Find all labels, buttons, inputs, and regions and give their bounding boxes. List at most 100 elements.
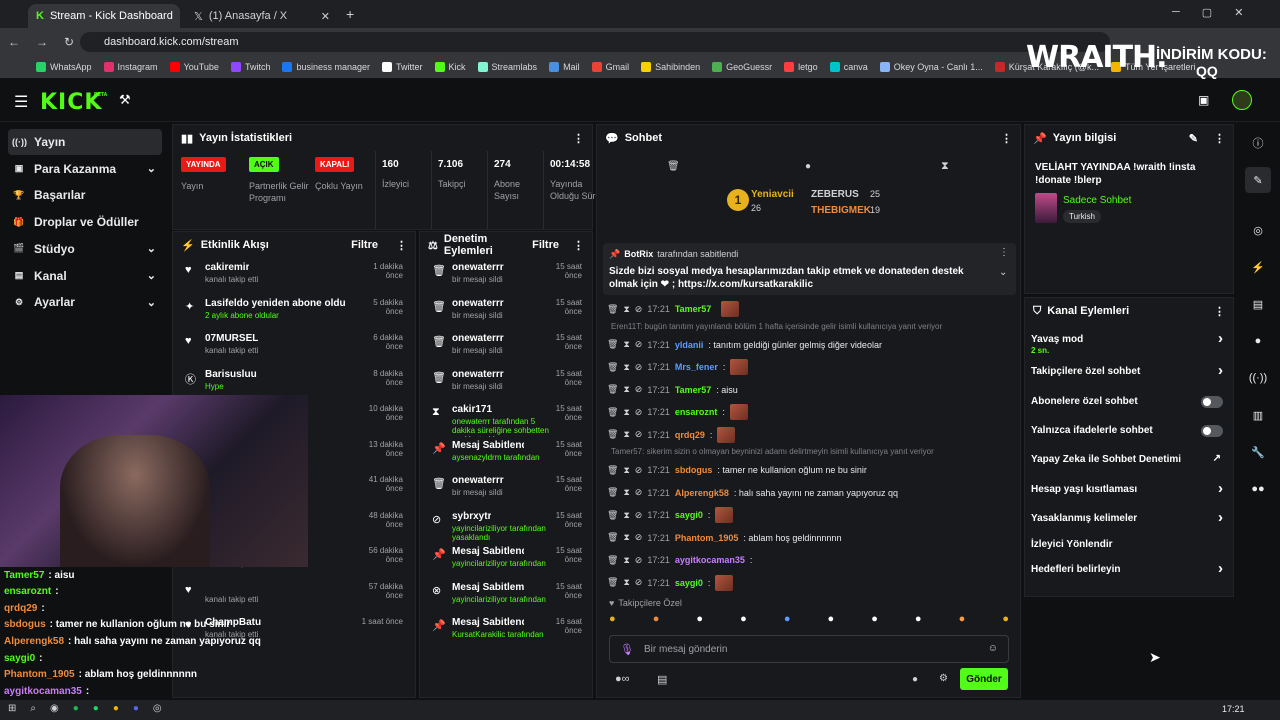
bookmark-item[interactable]: Gmail bbox=[591, 62, 629, 72]
studio-icon[interactable]: ▣ bbox=[1198, 93, 1209, 107]
minimize-icon[interactable]: ─ bbox=[1172, 6, 1180, 19]
chat-message[interactable]: 🗑 ⧗ ⊘ 17:21 Alperengk58: halı saha yayını ne… bbox=[607, 483, 1007, 503]
category-link[interactable]: Sadece Sohbet bbox=[1063, 195, 1131, 206]
hourglass-icon[interactable]: ⧗ bbox=[623, 339, 629, 350]
more-icon[interactable]: ⋮ bbox=[1214, 305, 1225, 318]
hourglass-icon[interactable]: ⧗ bbox=[623, 577, 629, 588]
chat-message[interactable]: 🗑 ⧗ ⊘ 17:21 aygitkocaman35: bbox=[607, 550, 1007, 570]
start-icon[interactable]: ⊞ bbox=[8, 703, 16, 714]
spotify-icon[interactable]: ● bbox=[73, 703, 79, 714]
emote-icon[interactable]: ● bbox=[740, 613, 747, 631]
store-icon[interactable]: ▤ bbox=[657, 673, 667, 686]
chat-icon[interactable]: ● bbox=[1245, 328, 1271, 354]
list-item[interactable]: 📌 Mesaj Sabitlendi aysenazyldrm tarafından… bbox=[420, 436, 592, 471]
emote-icon[interactable]: ● bbox=[784, 613, 791, 631]
bookmark-item[interactable]: Kick bbox=[434, 62, 466, 72]
channel-action-2[interactable]: Abonelere özel sohbet bbox=[1031, 394, 1231, 420]
list-item[interactable]: ♥ cakiremir kanalı takip etti 1 dakika önce bbox=[173, 258, 413, 293]
bookmark-item[interactable]: Streamlabs bbox=[477, 62, 537, 72]
ban-icon[interactable]: ⊘ bbox=[635, 487, 643, 498]
close-window-icon[interactable]: ✕ bbox=[1234, 6, 1243, 19]
chat-input[interactable]: 🎙 Bir mesaj gönderin ☺ bbox=[609, 635, 1009, 663]
channel-action-8[interactable]: Hedefleri belirleyin › bbox=[1031, 560, 1231, 588]
chat-message[interactable]: 🗑 ⧗ ⊘ 17:21 Mrs_fener: bbox=[607, 357, 1007, 377]
ban-icon[interactable]: ⊘ bbox=[635, 465, 643, 476]
sidebar-item-2[interactable]: 🏆 Başarılar bbox=[8, 182, 162, 208]
list-item[interactable]: ⧗ cakir171 onewaterrr tarafından 5 dakika … bbox=[420, 400, 592, 437]
discord-icon[interactable]: ● bbox=[133, 703, 139, 714]
emote-icon[interactable]: ● bbox=[915, 613, 922, 631]
ban-icon[interactable]: ⊘ bbox=[635, 555, 643, 566]
list-item[interactable]: 📌 Mesaj Sabitlendi yayincilariziliyor tara… bbox=[420, 542, 592, 577]
bookmark-item[interactable]: business manager bbox=[282, 62, 370, 72]
mic-icon[interactable]: 🎙 bbox=[620, 643, 634, 656]
info-icon[interactable]: ⓘ bbox=[1245, 130, 1271, 156]
hourglass-icon[interactable]: ⧗ bbox=[623, 532, 629, 543]
emote-icon[interactable]: ● bbox=[959, 613, 966, 631]
hourglass-icon[interactable]: ⧗ bbox=[623, 407, 629, 418]
message-username[interactable]: ensaroznt bbox=[675, 407, 718, 417]
edit-icon[interactable]: ✎ bbox=[1189, 132, 1198, 145]
bookmark-item[interactable]: YouTube bbox=[169, 62, 219, 72]
emote-icon[interactable]: ● bbox=[609, 613, 616, 631]
list-item[interactable]: 📌 Mesaj Sabitlendi KursatKarakilic tarafın… bbox=[420, 613, 592, 648]
list-item[interactable]: ⊘ sybrxytr yayincilariziliyor tarafından y… bbox=[420, 507, 592, 542]
hourglass-icon[interactable]: ⧗ bbox=[623, 555, 629, 566]
whatsapp-icon[interactable]: ● bbox=[93, 703, 99, 714]
emoji-icon[interactable]: ☺ bbox=[988, 643, 998, 654]
chat-message[interactable]: 🗑 ⧗ ⊘ 17:21 ensaroznt: bbox=[607, 402, 1007, 422]
sidebar-item-4[interactable]: 🎬 Stüdyo ⌄ bbox=[8, 236, 162, 262]
forward-icon[interactable]: → bbox=[36, 35, 48, 49]
clipboard-icon[interactable]: ▤ bbox=[1245, 291, 1271, 317]
message-username[interactable]: aygitkocaman35 bbox=[675, 555, 745, 565]
message-username[interactable]: Phantom_1905 bbox=[675, 533, 739, 543]
hourglass-icon[interactable]: ⧗ bbox=[623, 510, 629, 521]
ban-icon[interactable]: ⊘ bbox=[635, 429, 643, 440]
chat-settings-icon[interactable]: ● bbox=[912, 674, 918, 685]
tab-x[interactable]: 𝕏 (1) Anasayfa / X ✕ bbox=[186, 4, 338, 28]
camera-icon[interactable]: ◎ bbox=[1245, 217, 1271, 243]
back-icon[interactable]: ← bbox=[8, 35, 20, 49]
new-tab-icon[interactable]: + bbox=[346, 6, 354, 22]
pinned-message[interactable]: 📌 BotRix tarafından sabitlendi Sizde biz… bbox=[603, 243, 1016, 295]
users-icon[interactable]: ●∞ bbox=[615, 673, 630, 685]
message-username[interactable]: Alperengk58 bbox=[675, 488, 729, 498]
trash-icon[interactable]: 🗑 bbox=[607, 339, 618, 350]
more-icon[interactable]: ⋮ bbox=[1214, 132, 1225, 145]
channel-action-6[interactable]: Yasaklanmış kelimeler › bbox=[1031, 509, 1231, 537]
hourglass-icon[interactable]: ⧗ bbox=[941, 160, 949, 173]
hourglass-icon[interactable]: ⧗ bbox=[623, 384, 629, 395]
trash-icon[interactable]: 🗑 bbox=[607, 510, 618, 521]
hourglass-icon[interactable]: ⧗ bbox=[623, 429, 629, 440]
maximize-icon[interactable]: ▢ bbox=[1202, 6, 1212, 19]
bookmark-item[interactable]: canva bbox=[829, 62, 868, 72]
bookmark-item[interactable]: Sahibinden bbox=[641, 62, 700, 72]
sidebar-item-1[interactable]: ▣ Para Kazanma ⌄ bbox=[8, 156, 162, 182]
ban-icon[interactable]: ⊘ bbox=[635, 510, 643, 521]
toggle-switch[interactable] bbox=[1201, 396, 1223, 408]
list-item[interactable]: ♥ 07MURSEL kanalı takip etti 6 dakika önce bbox=[173, 329, 413, 364]
trash-icon[interactable]: 🗑 bbox=[607, 577, 618, 588]
list-item[interactable]: 🗑 onewaterrr bir mesajı sildi 15 saat önce bbox=[420, 365, 592, 400]
tab-kick-dashboard[interactable]: K Stream - Kick Dashboard ✕ bbox=[28, 4, 180, 28]
message-username[interactable]: qrdq29 bbox=[675, 430, 705, 440]
bookmark-item[interactable]: WhatsApp bbox=[36, 62, 92, 72]
close-icon[interactable]: ✕ bbox=[321, 10, 330, 23]
hourglass-icon[interactable]: ⧗ bbox=[623, 465, 629, 476]
bookmark-item[interactable]: Mail bbox=[549, 62, 580, 72]
emote-icon[interactable]: ● bbox=[696, 613, 703, 631]
channel-action-3[interactable]: Yalnızca ifadelerle sohbet bbox=[1031, 423, 1231, 449]
trash-icon[interactable]: 🗑 bbox=[607, 429, 618, 440]
ban-icon[interactable]: ⊘ bbox=[635, 532, 643, 543]
filter-button[interactable]: Filtre bbox=[532, 239, 559, 251]
bookmark-item[interactable]: Okey Oyna - Canlı 1... bbox=[879, 62, 983, 72]
toggle-switch[interactable] bbox=[1201, 425, 1223, 437]
trash-icon[interactable]: 🗑 bbox=[607, 304, 618, 315]
reload-icon[interactable]: ↻ bbox=[64, 35, 74, 49]
hourglass-icon[interactable]: ⧗ bbox=[623, 304, 629, 315]
more-icon[interactable]: ⋮ bbox=[999, 247, 1009, 258]
list-item[interactable]: 🗑 onewaterrr bir mesajı sildi 15 saat önce bbox=[420, 294, 592, 329]
hourglass-icon[interactable]: ⧗ bbox=[623, 362, 629, 373]
ban-icon[interactable]: ⊘ bbox=[635, 362, 643, 373]
ban-icon[interactable]: ⊘ bbox=[635, 384, 643, 395]
